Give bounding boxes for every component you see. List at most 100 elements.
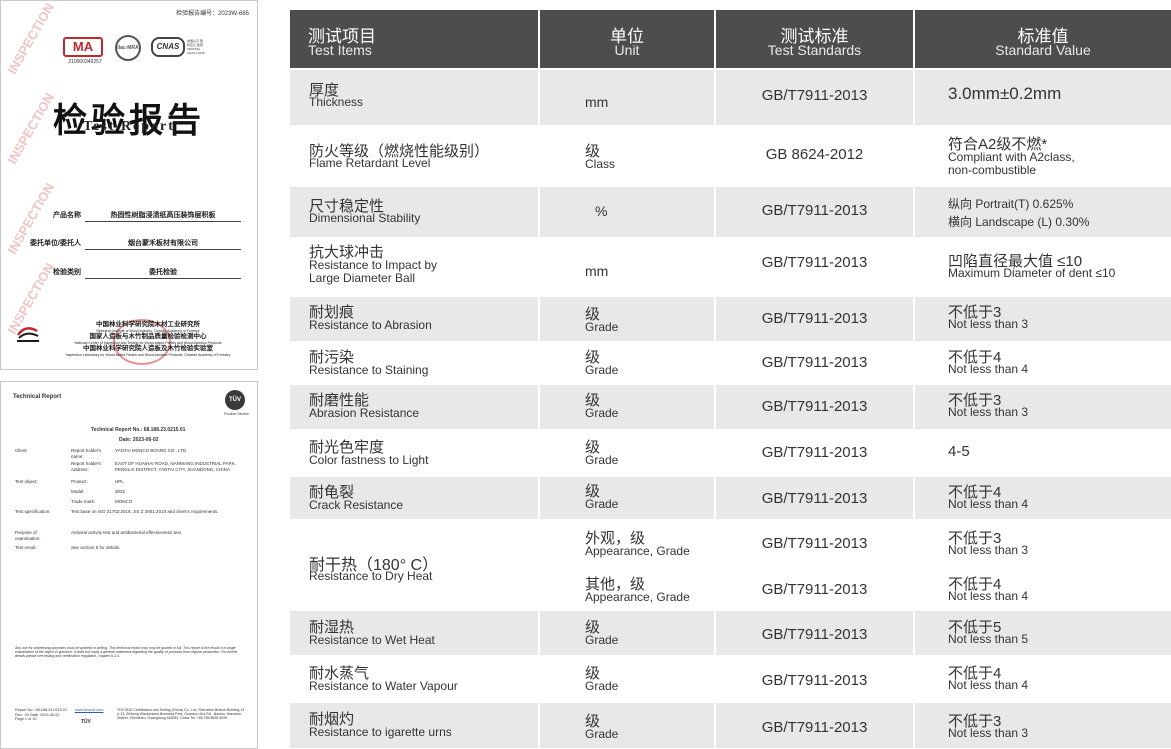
report-title-en: Test Report bbox=[83, 119, 175, 134]
standard-value: GB/T7911-2013 bbox=[761, 581, 868, 598]
unit-en: Appearance, Grade bbox=[585, 544, 690, 558]
item-name-en: Dimensional Stability bbox=[309, 211, 421, 225]
value-cell: 不低于5 Not less than 5 bbox=[915, 611, 1171, 655]
header-test-standards: 测试标准 Test Standards bbox=[716, 10, 913, 68]
item-name-en: Resistance to igarette urns bbox=[309, 725, 452, 739]
test-item-cell: 耐湿热 Resistance to Wet Heat bbox=[290, 611, 538, 655]
footer-address: TÜV SÜD Certification and Testing (China… bbox=[117, 708, 245, 721]
spec-value-en: Not less than 4 bbox=[948, 362, 1029, 376]
field-inspection-type: 检验类别 委托检验 bbox=[11, 267, 241, 279]
unit-cell: mm bbox=[540, 70, 714, 125]
unit-en: Grade bbox=[585, 633, 619, 647]
model-label: Model: bbox=[71, 489, 85, 494]
unit-cell: 外观，级 Appearance, Grade bbox=[540, 521, 714, 565]
standard-cell: GB/T7911-2013 bbox=[716, 565, 913, 609]
unit-cell: 级 Grade bbox=[540, 477, 714, 519]
spec-value: 4-5 bbox=[948, 443, 970, 460]
standard-cell: GB/T7911-2013 bbox=[716, 431, 913, 475]
purpose: Antiviral activity test and antibacteria… bbox=[71, 530, 182, 535]
unit-cell: % bbox=[540, 187, 714, 237]
technical-report-number: Technical Report No.: 68.188.23.0215.01 bbox=[91, 427, 186, 433]
holder-name: YANTAI MONCO BOARD CO., LTD bbox=[115, 448, 187, 453]
test-item-cell: 耐水蒸气 Resistance to Water Vapour bbox=[290, 657, 538, 701]
spec-value-portrait: 纵向 Portrait(T) 0.625% bbox=[948, 197, 1074, 211]
standard-cell: GB/T7911-2013 bbox=[716, 611, 913, 655]
trademark-value: MONCO bbox=[115, 499, 133, 504]
value-cell: 不低于3 Not less than 3 bbox=[915, 385, 1171, 429]
standard-value: GB/T7911-2013 bbox=[761, 719, 868, 736]
spec-value-en: Not less than 5 bbox=[948, 632, 1029, 646]
standard-cell: GB/T7911-2013 bbox=[716, 477, 913, 519]
field-value: 委托检验 bbox=[85, 267, 241, 279]
issuing-organization: 中国林业科学研究院木材工业研究所 Research Institute of W… bbox=[41, 321, 255, 357]
item-name-en: Flame Retardant Level bbox=[309, 156, 431, 170]
unit-cell: 级 Grade bbox=[540, 703, 714, 748]
spec-value-en: Not less than 3 bbox=[948, 405, 1029, 419]
standard-cell: GB/T7911-2013 bbox=[716, 385, 913, 429]
certification-logos: MA 210000349257 ilac-MRA CNAS 中国认可 国际互认 … bbox=[63, 35, 205, 65]
footer-website-link[interactable]: www.tuvsud.com bbox=[75, 708, 104, 714]
unit-en: Grade bbox=[585, 497, 619, 511]
model-value: 3032 bbox=[115, 489, 126, 494]
value-cell: 不低于4 Not less than 4 bbox=[915, 343, 1171, 383]
header-en: Test Standards bbox=[767, 42, 862, 58]
value-cell: 不低于4 Not less than 4 bbox=[915, 477, 1171, 519]
spec-value-en: Maximum Diameter of dent ≤10 bbox=[948, 266, 1116, 280]
spec-value-en: Not less than 4 bbox=[948, 678, 1029, 692]
table-row: 耐污染 Resistance to Staining 级 Grade GB/T7… bbox=[290, 343, 1171, 383]
org-line: 中国林业科学研究院木材工业研究所 bbox=[96, 321, 200, 328]
value-cell: 凹陷直径最大值 ≤10 Maximum Diameter of dent ≤10 bbox=[915, 239, 1171, 295]
unit-en: Appearance, Grade bbox=[585, 590, 690, 604]
ilac-mra-logo: ilac-MRA bbox=[115, 35, 141, 61]
standard-value: GB/T7911-2013 bbox=[761, 535, 868, 552]
test-result: See section 6 for details. bbox=[71, 545, 121, 550]
field-product-name: 产品名称 热固性树脂浸渍纸高压装饰层积板 bbox=[11, 210, 241, 222]
value-cell: 不低于4 Not less than 4 bbox=[915, 565, 1171, 609]
unit-en: Grade bbox=[585, 406, 619, 420]
table-row: 防火等级（燃烧性能级别） Flame Retardant Level 级 Cla… bbox=[290, 127, 1171, 185]
cnas-logo: CNAS bbox=[151, 37, 185, 57]
standard-cell: GB/T7911-2013 bbox=[716, 297, 913, 341]
footer-tuv-mark: TÜV bbox=[81, 719, 91, 725]
table-row: 耐划痕 Resistance to Abrasion 级 Grade GB/T7… bbox=[290, 297, 1171, 341]
test-report-cover: INSPECTION INSPECTION INSPECTION INSPECT… bbox=[0, 0, 258, 370]
tuv-logo-caption: Product Service bbox=[224, 412, 249, 416]
standard-cell: GB/T7911-2013 bbox=[716, 239, 913, 295]
standard-value: GB/T7911-2013 bbox=[761, 626, 868, 643]
table-row: 尺寸稳定性 Dimensional Stability % GB/T7911-2… bbox=[290, 187, 1171, 237]
table-row: 耐水蒸气 Resistance to Water Vapour 级 Grade … bbox=[290, 657, 1171, 701]
disclaimer: Any use for advertising purposes must be… bbox=[15, 646, 238, 659]
test-item-cell: 耐烟灼 Resistance to igarette urns bbox=[290, 703, 538, 748]
report-number: 检验报告编号：2023W-665 bbox=[176, 11, 249, 17]
test-object-label: Test object: bbox=[15, 479, 38, 484]
client-label: Client: bbox=[15, 448, 28, 453]
standard-value: GB/T7911-2013 bbox=[761, 398, 868, 415]
value-cell: 不低于4 Not less than 4 bbox=[915, 657, 1171, 701]
test-item-cell: 耐划痕 Resistance to Abrasion bbox=[290, 297, 538, 341]
value-cell: 不低于3 Not less than 3 bbox=[915, 297, 1171, 341]
product-value: HPL bbox=[115, 479, 124, 484]
item-name-en: Resistance to Wet Heat bbox=[309, 633, 435, 647]
value-cell: 4-5 bbox=[915, 431, 1171, 475]
standard-value: GB/T7911-2013 bbox=[761, 87, 868, 104]
table-header: 测试项目 Test Items 单位 Unit 测试标准 Test Standa… bbox=[290, 10, 1171, 68]
field-label: 委托单位/委托人 bbox=[30, 240, 81, 247]
table-row: 抗大球冲击 Resistance to Impact by Large Diam… bbox=[290, 239, 1171, 295]
item-name-en: Abrasion Resistance bbox=[309, 406, 420, 420]
table-row: 耐干热（180° C） Resistance to Dry Heat 外观，级 … bbox=[290, 521, 1171, 609]
test-item-cell: 防火等级（燃烧性能级别） Flame Retardant Level bbox=[290, 127, 538, 185]
cma-logo: MA bbox=[63, 37, 103, 57]
spec-value-en: Not less than 3 bbox=[948, 543, 1029, 557]
unit-cell: 级 Grade bbox=[540, 611, 714, 655]
test-item-cell: 厚度 Thickness bbox=[290, 70, 538, 125]
item-name-en: Resistance to Water Vapour bbox=[309, 679, 458, 693]
unit-en: Grade bbox=[585, 453, 619, 467]
header-en: Test Items bbox=[308, 42, 372, 58]
unit-cell: mm bbox=[540, 239, 714, 295]
unit-en: Grade bbox=[585, 363, 619, 377]
field-value: 热固性树脂浸渍纸高压装饰层积板 bbox=[85, 210, 241, 222]
item-name-en: Large Diameter Ball bbox=[309, 271, 416, 285]
standard-value: GB/T7911-2013 bbox=[761, 202, 868, 219]
value-cell: 纵向 Portrait(T) 0.625% 横向 Landscape (L) 0… bbox=[915, 187, 1171, 237]
field-value: 烟台蒙禾板材有限公司 bbox=[85, 238, 241, 250]
